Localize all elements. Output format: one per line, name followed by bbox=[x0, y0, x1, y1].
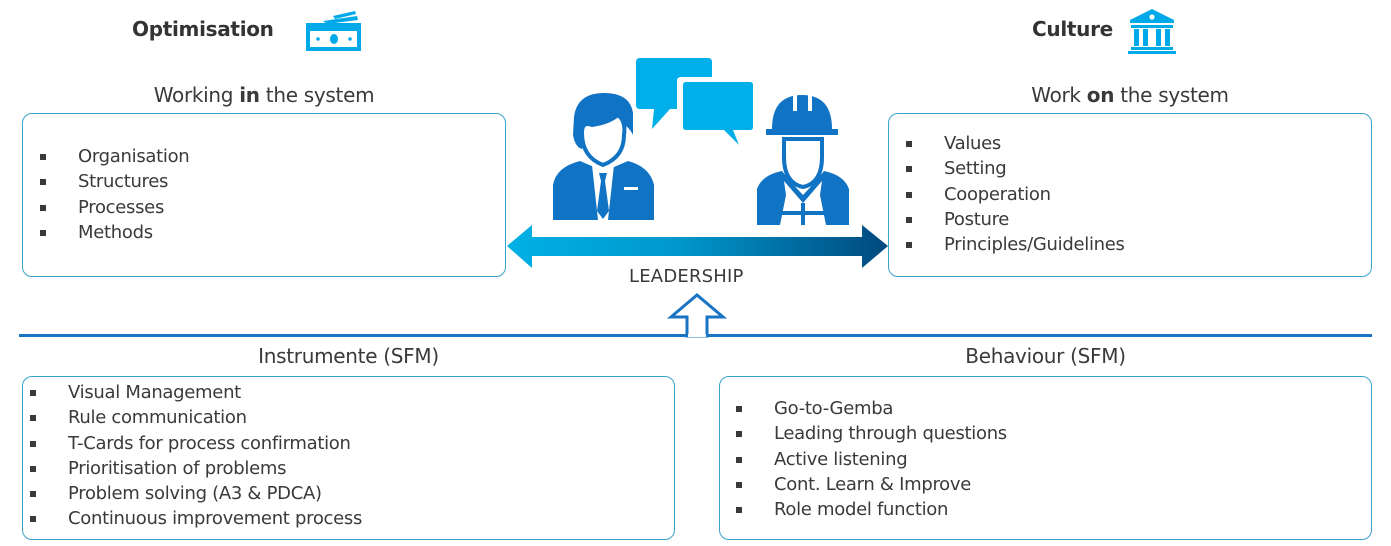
bullet-icon bbox=[736, 456, 742, 463]
list-item-text: Prioritisation of problems bbox=[68, 457, 287, 479]
list-item-text: Role model function bbox=[774, 499, 949, 521]
bullet-icon bbox=[40, 229, 46, 236]
working-in-system-subtitle: Working in the system bbox=[22, 83, 506, 107]
bullet-icon bbox=[40, 179, 46, 186]
culture-list: Values Setting Cooperation Posture Princ… bbox=[904, 131, 1125, 257]
bullet-icon bbox=[906, 242, 912, 249]
subtitle-emphasis: on bbox=[1086, 83, 1115, 107]
list-item-text: Setting bbox=[944, 158, 1007, 180]
bullet-icon bbox=[736, 431, 742, 438]
optimisation-list: Organisation Structures Processes Method… bbox=[38, 144, 190, 245]
list-item: T-Cards for process confirmation bbox=[28, 431, 362, 456]
list-item-text: Continuous improvement process bbox=[68, 508, 363, 530]
speech-bubbles-icon bbox=[636, 58, 756, 152]
list-item-text: Active listening bbox=[774, 448, 908, 470]
institution-building-icon bbox=[1128, 9, 1176, 54]
instrumente-title: Instrumente (SFM) bbox=[258, 344, 439, 368]
culture-heading: Culture bbox=[1032, 17, 1113, 41]
list-item: Leading through questions bbox=[734, 421, 1007, 446]
instrumente-list: Visual Management Rule communication T-C… bbox=[28, 380, 362, 532]
list-item: Cont. Learn & Improve bbox=[734, 472, 1007, 497]
subtitle-emphasis: in bbox=[239, 83, 260, 107]
bullet-icon bbox=[906, 166, 912, 173]
list-item: Rule communication bbox=[28, 405, 362, 430]
bullet-icon bbox=[30, 491, 36, 498]
bullet-icon bbox=[736, 406, 742, 412]
list-item: Prioritisation of problems bbox=[28, 456, 362, 481]
bullet-icon bbox=[30, 516, 36, 523]
list-item-text: Cont. Learn & Improve bbox=[774, 473, 971, 495]
list-item: Cooperation bbox=[904, 182, 1125, 207]
subtitle-text: Work bbox=[1031, 83, 1087, 107]
list-item: Methods bbox=[38, 220, 189, 245]
leadership-illustration bbox=[553, 58, 849, 225]
bullet-icon bbox=[906, 216, 912, 223]
bullet-icon bbox=[906, 191, 912, 198]
list-item: Active listening bbox=[734, 447, 1007, 472]
list-item: Organisation bbox=[38, 144, 190, 169]
subtitle-text: the system bbox=[1114, 83, 1229, 107]
bullet-icon bbox=[30, 415, 36, 422]
list-item-text: Organisation bbox=[78, 146, 190, 167]
up-arrow-icon bbox=[667, 293, 727, 338]
bullet-icon bbox=[30, 390, 36, 396]
list-item: Principles/Guidelines bbox=[904, 232, 1125, 257]
list-item-text: T-Cards for process confirmation bbox=[68, 432, 351, 454]
list-item: Continuous improvement process bbox=[28, 506, 362, 531]
list-item: Values bbox=[904, 131, 1125, 156]
list-item-text: Leading through questions bbox=[774, 423, 1007, 445]
behaviour-title: Behaviour (SFM) bbox=[965, 344, 1126, 368]
list-item: Problem solving (A3 & PDCA) bbox=[28, 481, 362, 506]
bullet-icon bbox=[30, 440, 36, 447]
divider-gap bbox=[688, 334, 706, 337]
list-item: Go-to-Gemba bbox=[734, 396, 1007, 421]
bullet-icon bbox=[736, 481, 742, 488]
list-item-text: Processes bbox=[78, 196, 165, 218]
list-item-text: Structures bbox=[78, 171, 169, 193]
list-item-text: Values bbox=[944, 133, 1002, 154]
bullet-icon bbox=[30, 465, 36, 472]
work-on-system-subtitle: Work on the system bbox=[888, 83, 1372, 107]
list-item: Posture bbox=[904, 207, 1125, 232]
businessman-icon bbox=[553, 93, 654, 220]
subtitle-text: Working bbox=[153, 83, 240, 107]
behaviour-list: Go-to-Gemba Leading through questions Ac… bbox=[734, 396, 1007, 522]
list-item: Role model function bbox=[734, 497, 1007, 522]
list-item-text: Visual Management bbox=[68, 382, 241, 403]
construction-worker-icon bbox=[757, 91, 849, 225]
money-bills-icon bbox=[306, 11, 361, 51]
list-item: Structures bbox=[38, 169, 189, 194]
list-item-text: Problem solving (A3 & PDCA) bbox=[68, 483, 322, 505]
list-item-text: Go-to-Gemba bbox=[774, 398, 894, 419]
list-item: Processes bbox=[38, 195, 189, 220]
list-item: Setting bbox=[904, 156, 1125, 181]
list-item: Visual Management bbox=[28, 380, 362, 405]
list-item-text: Methods bbox=[78, 221, 153, 243]
list-item-text: Posture bbox=[944, 208, 1010, 230]
list-item-text: Principles/Guidelines bbox=[944, 234, 1125, 256]
list-item-text: Cooperation bbox=[944, 183, 1051, 205]
bullet-icon bbox=[906, 141, 912, 147]
optimisation-heading: Optimisation bbox=[132, 17, 274, 41]
bullet-icon bbox=[40, 204, 46, 211]
bullet-icon bbox=[40, 154, 46, 160]
leadership-label: LEADERSHIP bbox=[629, 266, 744, 287]
bullet-icon bbox=[736, 507, 742, 514]
list-item-text: Rule communication bbox=[68, 407, 247, 429]
subtitle-text: the system bbox=[259, 83, 375, 107]
